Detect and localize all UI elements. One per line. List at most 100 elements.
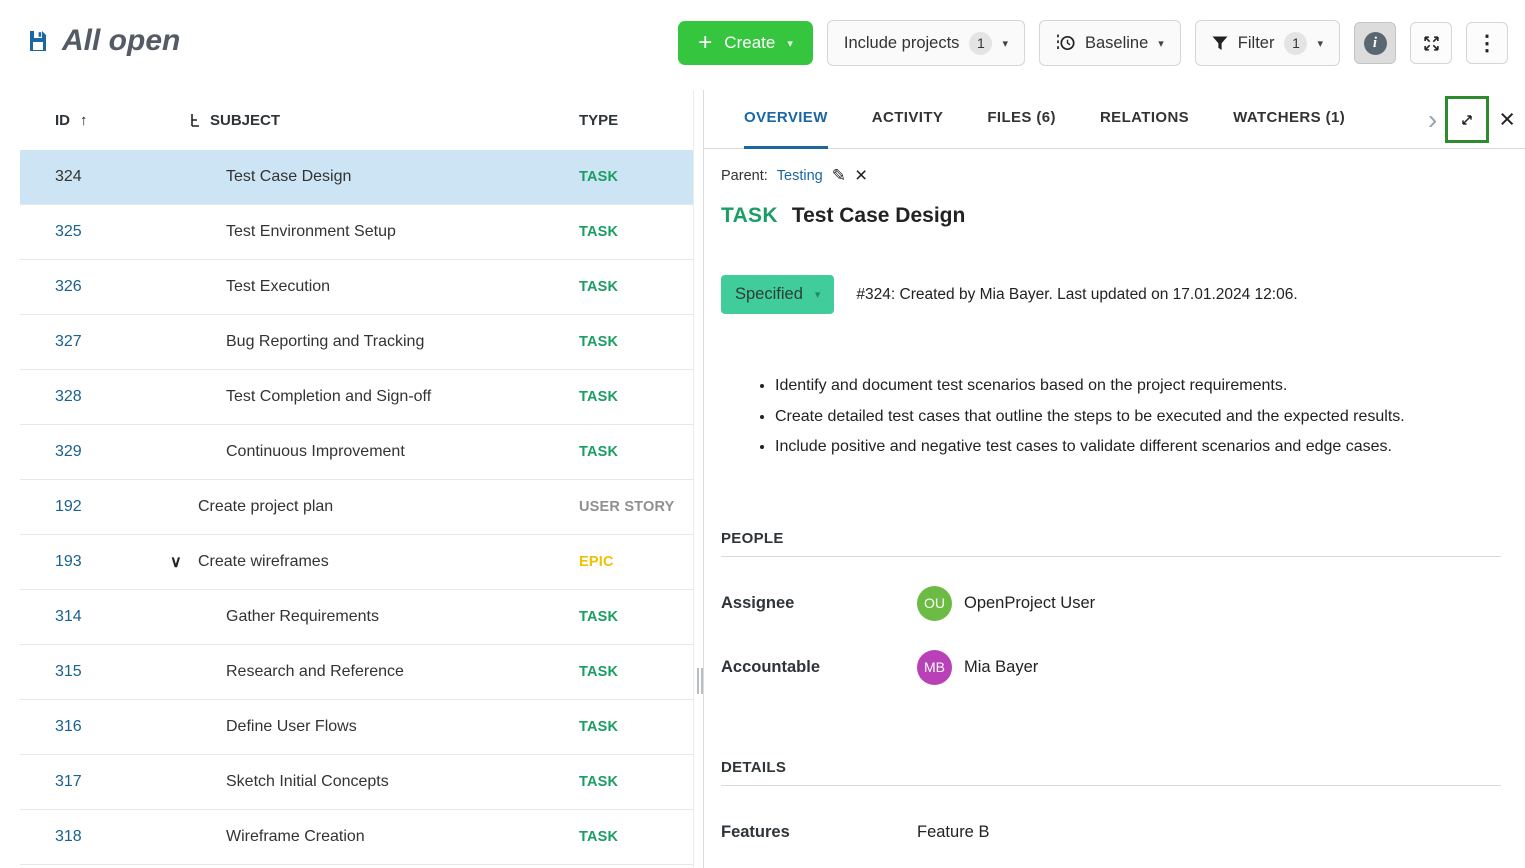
filter-label: Filter (1238, 34, 1275, 53)
table-row[interactable]: 317 Sketch Initial Concepts TASK (20, 755, 693, 810)
column-header-subject[interactable]: SUBJECT (190, 112, 579, 129)
info-toggle-button[interactable]: i (1354, 22, 1396, 64)
assignee-value[interactable]: OU OpenProject User (917, 586, 1095, 621)
work-package-type-cell: TASK (579, 444, 693, 460)
column-id-label: ID (55, 112, 70, 129)
column-header-type[interactable]: TYPE (579, 112, 693, 129)
work-package-id-link[interactable]: 318 (20, 828, 170, 846)
tab-overview[interactable]: OVERVIEW (744, 90, 828, 149)
page-title: All open (62, 24, 180, 58)
table-row[interactable]: 315 Research and Reference TASK (20, 645, 693, 700)
work-package-subject[interactable]: Define User Flows (226, 718, 357, 736)
work-package-subject[interactable]: Continuous Improvement (226, 443, 405, 461)
work-package-subject[interactable]: Wireframe Creation (226, 828, 365, 846)
table-row[interactable]: 193∨Create wireframesEPIC (20, 535, 693, 590)
work-package-id-link[interactable]: 325 (20, 223, 170, 241)
work-package-table: ID ↑ SUBJECT TYPE 324 Test Case Design TAS… (0, 90, 694, 868)
table-row[interactable]: 314Gather RequirementsTASK (20, 590, 693, 645)
table-body: 324 Test Case Design TASK 325 Test Environme… (0, 150, 693, 865)
expand-panel-button[interactable] (1445, 96, 1489, 143)
work-package-id-link[interactable]: 192 (20, 498, 170, 516)
table-row[interactable]: 324 Test Case Design TASK (20, 150, 693, 205)
work-package-type-cell: TASK (579, 664, 693, 680)
work-package-type-cell: TASK (579, 334, 693, 350)
work-package-type-cell: TASK (579, 224, 693, 240)
work-package-type[interactable]: TASK (721, 204, 778, 228)
tab-files-6[interactable]: FILES (6) (987, 90, 1056, 149)
assignee-name: OpenProject User (964, 594, 1095, 613)
work-package-detail-panel: OVERVIEW ACTIVITY FILES (6) RELATIONS WATCHE… (703, 90, 1525, 868)
work-package-id-link[interactable]: 317 (20, 773, 170, 791)
close-icon: × (1499, 104, 1515, 134)
hierarchy-icon (190, 114, 202, 127)
section-divider (721, 785, 1501, 786)
work-package-subject[interactable]: Create wireframes (198, 553, 329, 571)
tabs-overflow-chevron-icon[interactable]: › (1426, 106, 1439, 134)
work-package-subject[interactable]: Test Execution (226, 278, 330, 296)
chevron-down-icon: ▾ (1002, 37, 1008, 50)
table-row[interactable]: 326Test ExecutionTASK (20, 260, 693, 315)
column-subject-label: SUBJECT (210, 112, 280, 129)
work-package-type-cell: TASK (579, 719, 693, 735)
work-package-id-link[interactable]: 328 (20, 388, 170, 406)
work-package-subject[interactable]: Test Completion and Sign-off (226, 388, 431, 406)
column-header-id[interactable]: ID ↑ (20, 112, 190, 129)
work-package-id-link[interactable]: 316 (20, 718, 170, 736)
table-row[interactable]: 328Test Completion and Sign-offTASK (20, 370, 693, 425)
tab-relations[interactable]: RELATIONS (1100, 90, 1189, 149)
work-package-subject[interactable]: Sketch Initial Concepts (226, 773, 389, 791)
create-button[interactable]: + Create ▾ (678, 21, 813, 65)
work-package-type-cell: TASK (579, 774, 693, 790)
work-package-id-link[interactable]: 327 (20, 333, 170, 351)
work-package-subject[interactable]: Test Environment Setup (226, 223, 396, 241)
accountable-avatar: MB (917, 650, 952, 685)
more-options-button[interactable]: ⋮ (1466, 22, 1508, 64)
fullscreen-button[interactable] (1410, 22, 1452, 64)
plus-icon: + (698, 31, 712, 55)
save-view-icon[interactable] (26, 29, 50, 53)
edit-parent-button[interactable]: ✎ (832, 166, 846, 186)
work-package-id-link[interactable]: 329 (20, 443, 170, 461)
toolbar: All open + Create ▾ Include projects 1 ▾ (0, 0, 1525, 90)
collapse-chevron-icon[interactable]: ∨ (170, 552, 198, 572)
status-button[interactable]: Specified ▾ (721, 275, 834, 314)
features-value[interactable]: Feature B (917, 823, 989, 842)
table-row[interactable]: 329 Continuous Improvement TASK (20, 425, 693, 480)
table-row[interactable]: 318 Wireframe Creation TASK (20, 810, 693, 865)
features-label: Features (721, 823, 917, 842)
table-row[interactable]: 327 Bug Reporting and Tracking TASK (20, 315, 693, 370)
baseline-button[interactable]: Baseline ▾ (1039, 20, 1181, 66)
work-package-subject[interactable]: Gather Requirements (226, 608, 379, 626)
work-package-meta: #324: Created by Mia Bayer. Last updated… (856, 286, 1297, 304)
work-package-type-cell: USER STORY (579, 499, 693, 515)
parent-link[interactable]: Testing (777, 168, 823, 184)
chevron-down-icon: ▾ (815, 288, 821, 301)
remove-parent-button[interactable]: × (855, 164, 867, 188)
work-package-subject[interactable]: Test Case Design (226, 168, 351, 186)
panel-resize-handle[interactable] (697, 668, 703, 694)
filter-button[interactable]: Filter 1 ▾ (1195, 20, 1340, 66)
description-bullet: Include positive and negative test cases… (775, 438, 1501, 456)
work-package-id-link[interactable]: 193 (20, 553, 170, 571)
work-package-id-link[interactable]: 314 (20, 608, 170, 626)
work-package-id-link[interactable]: 315 (20, 663, 170, 681)
work-package-subject[interactable]: Create project plan (198, 498, 333, 516)
work-package-type-cell: TASK (579, 829, 693, 845)
include-projects-button[interactable]: Include projects 1 ▾ (827, 20, 1025, 66)
fullscreen-icon (1423, 35, 1440, 52)
filter-count-badge: 1 (1284, 32, 1307, 55)
close-panel-button[interactable]: × (1495, 106, 1519, 133)
people-section-heading: PEOPLE (721, 530, 1501, 547)
table-row[interactable]: 325 Test Environment Setup TASK (20, 205, 693, 260)
accountable-value[interactable]: MB Mia Bayer (917, 650, 1038, 685)
work-package-id-link[interactable]: 324 (20, 168, 170, 186)
table-row[interactable]: 192 Create project plan USER STORY (20, 480, 693, 535)
work-package-id-link[interactable]: 326 (20, 278, 170, 296)
work-package-title[interactable]: Test Case Design (792, 204, 966, 228)
work-package-subject[interactable]: Research and Reference (226, 663, 404, 681)
work-package-subject[interactable]: Bug Reporting and Tracking (226, 333, 424, 351)
tab-activity[interactable]: ACTIVITY (872, 90, 944, 149)
table-row[interactable]: 316 Define User Flows TASK (20, 700, 693, 755)
tab-watchers-1[interactable]: WATCHERS (1) (1233, 90, 1345, 149)
work-package-type-cell: TASK (579, 169, 693, 185)
